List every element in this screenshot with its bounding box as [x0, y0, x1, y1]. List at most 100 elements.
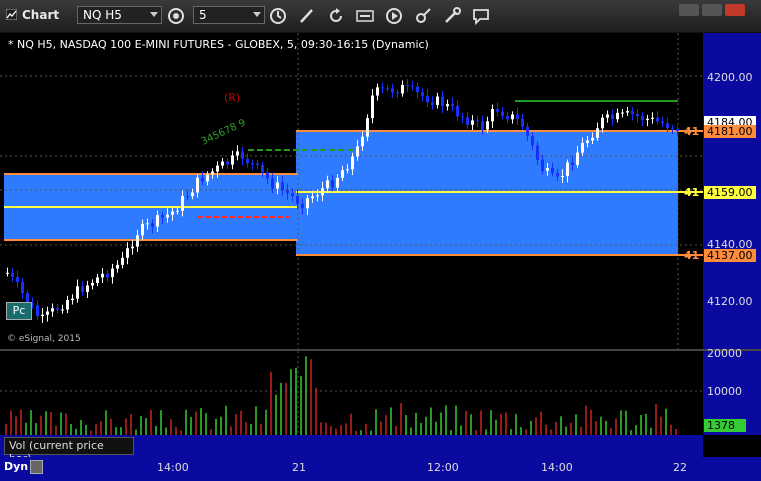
dyn-mode-label[interactable]: Dyn	[4, 460, 28, 473]
volume-tick: 10000	[707, 385, 742, 398]
play-icon[interactable]	[384, 6, 404, 26]
candle-body	[331, 180, 334, 188]
candle-body	[186, 196, 189, 198]
candle-body	[51, 308, 54, 312]
candle-body	[246, 158, 249, 164]
candle-body	[361, 136, 364, 147]
candle-body	[176, 210, 179, 212]
candle-body	[11, 272, 14, 277]
candle-body	[486, 121, 489, 130]
candle-body	[371, 95, 374, 119]
candle-body	[466, 117, 469, 125]
chevron-down-icon[interactable]	[150, 12, 158, 17]
candle-body	[566, 162, 569, 177]
candle-body	[286, 190, 289, 194]
candle-body	[401, 85, 404, 94]
candle-body	[391, 88, 394, 93]
candle-body	[441, 96, 444, 107]
candle-body	[241, 151, 244, 159]
price-tick: 4120.00	[707, 295, 753, 308]
candle-body	[166, 214, 169, 218]
candle-body	[351, 156, 354, 170]
candle-body	[216, 165, 219, 172]
candle-body	[146, 223, 149, 225]
candle-body	[591, 137, 594, 141]
pc-badge[interactable]: Pc	[6, 302, 32, 320]
candle-body	[501, 111, 504, 116]
candle-body	[71, 298, 74, 301]
candle-body	[191, 192, 194, 197]
candle-body	[521, 118, 524, 127]
chart-app-icon	[6, 9, 17, 20]
time-tick: 22	[673, 461, 687, 474]
interval-combo[interactable]: 5	[193, 6, 265, 24]
price-chart-svg: 345678 9	[0, 33, 703, 349]
orange-lower-price-tag: 4137.00	[704, 249, 756, 262]
volume-current-tag: 1378	[704, 419, 746, 432]
refresh-icon[interactable]	[326, 6, 346, 26]
candle-body	[536, 145, 539, 160]
close-button[interactable]	[725, 4, 745, 16]
price-tick: 4200.00	[707, 71, 753, 84]
minimize-button[interactable]	[679, 4, 699, 16]
volume-svg	[0, 351, 703, 435]
candle-body	[76, 286, 79, 299]
candle-body	[406, 85, 409, 87]
wrench-icon[interactable]	[442, 6, 462, 26]
candle-body	[91, 282, 94, 286]
candle-body	[496, 109, 499, 112]
candle-body	[121, 257, 124, 265]
candle-body	[356, 146, 359, 157]
candle-body	[411, 85, 414, 87]
candle-body	[616, 112, 619, 120]
candle-body	[461, 116, 464, 118]
candle-body	[266, 172, 269, 179]
candle-body	[96, 277, 99, 283]
time-axis[interactable]	[0, 457, 761, 481]
clock-icon[interactable]	[268, 6, 288, 26]
candle-body	[281, 182, 284, 191]
candle-body	[451, 104, 454, 106]
lock-icon[interactable]	[30, 460, 43, 474]
candle-body	[316, 195, 319, 197]
study-label[interactable]: Vol (current price bar)	[4, 437, 134, 465]
candle-body	[86, 285, 89, 292]
candle-body	[156, 215, 159, 227]
orange-upper-level-label: 41	[684, 125, 700, 138]
candle-body	[481, 120, 484, 130]
chevron-down-icon[interactable]	[253, 12, 261, 17]
pencil-icon[interactable]	[297, 6, 317, 26]
candle-body	[181, 196, 184, 211]
candle-body	[206, 174, 209, 182]
candle-body	[376, 87, 379, 96]
quote-icon[interactable]	[355, 6, 375, 26]
candle-body	[251, 163, 254, 165]
candle-body	[226, 161, 229, 165]
candle-body	[426, 95, 429, 103]
candle-body	[656, 117, 659, 122]
comment-icon[interactable]	[471, 6, 491, 26]
candle-body	[346, 169, 349, 171]
candle-body	[421, 92, 424, 96]
candle-body	[6, 272, 9, 274]
candle-body	[161, 215, 164, 218]
candle-body	[661, 121, 664, 124]
time-tick: 21	[292, 461, 306, 474]
candle-body	[671, 128, 674, 130]
cycle-icon[interactable]	[166, 6, 186, 26]
candle-body	[171, 211, 174, 215]
candle-body	[491, 109, 494, 122]
candle-body	[666, 123, 669, 129]
candle-body	[586, 140, 589, 144]
candle-body	[16, 276, 19, 283]
window-title: Chart	[22, 8, 60, 22]
tools-icon[interactable]	[413, 6, 433, 26]
candle-body	[601, 117, 604, 129]
maximize-button[interactable]	[702, 4, 722, 16]
candle-body	[201, 177, 204, 182]
candle-body	[46, 311, 49, 315]
symbol-combo[interactable]: NQ H5	[77, 6, 162, 24]
candle-body	[131, 246, 134, 249]
candle-body	[141, 223, 144, 236]
candle-body	[306, 198, 309, 209]
